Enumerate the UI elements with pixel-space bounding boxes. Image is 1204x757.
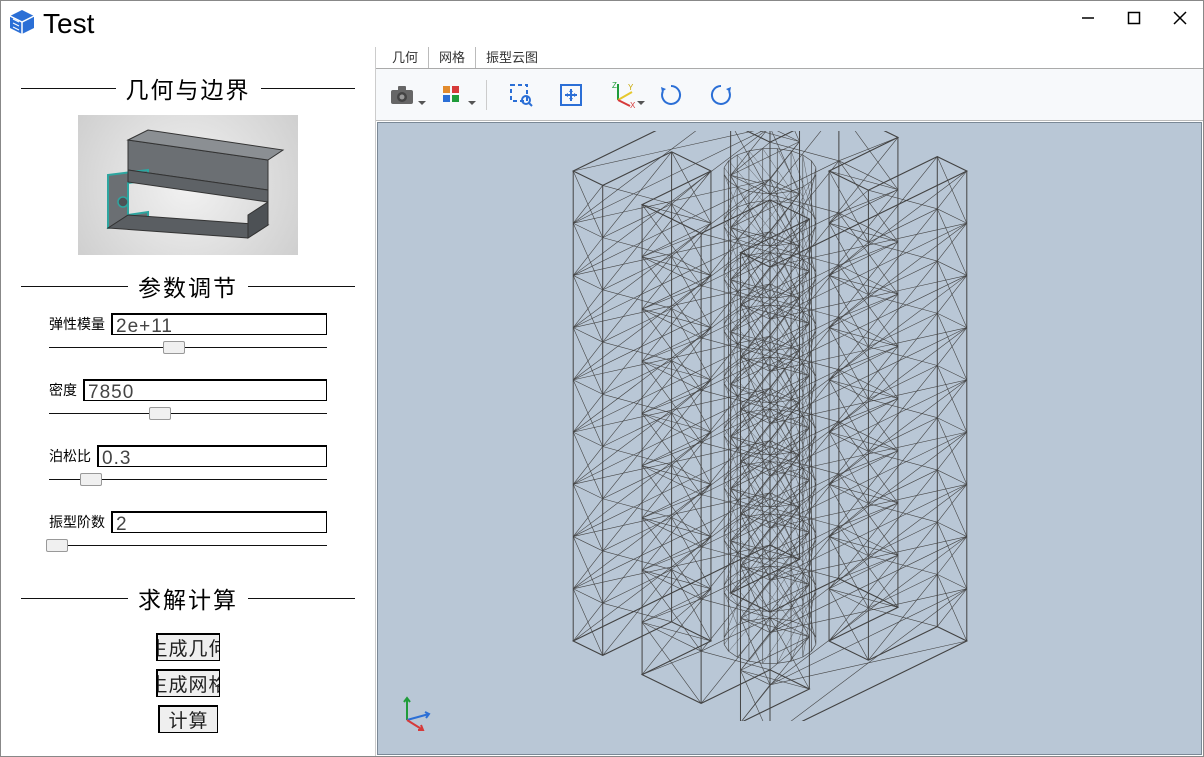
main-area: 几何 网格 振型云图: [376, 47, 1203, 756]
generate-geometry-button[interactable]: 生成几何: [156, 633, 220, 661]
rotate-cw-button[interactable]: [655, 79, 687, 111]
mesh-model-icon: [530, 131, 1050, 721]
svg-text:Z: Z: [612, 82, 617, 90]
param-mode-order: 振型阶数 2: [49, 511, 327, 553]
axis-orientation-button[interactable]: Z Y X: [605, 79, 637, 111]
viewport-axis-icon: [395, 692, 435, 737]
rotate-ccw-button[interactable]: [705, 79, 737, 111]
svg-text:Y: Y: [628, 83, 634, 92]
param-slider-elastic[interactable]: [49, 341, 327, 355]
toolbar-separator: [486, 80, 487, 110]
geometry-preview[interactable]: [78, 115, 298, 255]
param-slider-mode[interactable]: [49, 539, 327, 553]
param-label-mode: 振型阶数: [49, 512, 105, 532]
param-label-density: 密度: [49, 380, 77, 400]
window-buttons: [1065, 1, 1203, 35]
param-input-elastic[interactable]: 2e+11: [111, 313, 327, 335]
solve-buttons: 生成几何 生成网格 计算: [21, 633, 355, 733]
camera-button[interactable]: [386, 79, 418, 111]
close-icon: [1173, 11, 1187, 25]
group-title-parameters: 参数调节: [21, 269, 355, 303]
param-label-poisson: 泊松比: [49, 446, 91, 466]
display-style-button[interactable]: [436, 79, 468, 111]
svg-text:X: X: [630, 101, 636, 108]
application-window: Test 几何与边界: [0, 0, 1204, 757]
parameter-block: 弹性模量 2e+11 密度 7850: [21, 313, 355, 577]
group-label-solve: 求解计算: [128, 581, 248, 615]
tab-geometry[interactable]: 几何: [382, 47, 428, 68]
viewport-3d[interactable]: [377, 122, 1202, 755]
cube-color-icon: [440, 83, 464, 107]
fit-view-icon: [559, 83, 583, 107]
zoom-select-button[interactable]: [505, 79, 537, 111]
param-input-poisson[interactable]: 0.3: [97, 445, 327, 467]
param-input-mode[interactable]: 2: [111, 511, 327, 533]
maximize-button[interactable]: [1111, 1, 1157, 35]
param-label-elastic: 弹性模量: [49, 314, 105, 334]
group-label-parameters: 参数调节: [128, 269, 248, 303]
rotate-cw-icon: [658, 82, 684, 108]
rotate-ccw-icon: [708, 82, 734, 108]
param-elastic-modulus: 弹性模量 2e+11: [49, 313, 327, 355]
window-body: 几何与边界: [1, 47, 1203, 756]
minimize-icon: [1081, 11, 1095, 25]
zoom-select-icon: [509, 83, 533, 107]
title-bar: Test: [1, 1, 1203, 47]
generate-mesh-button[interactable]: 生成网格: [156, 669, 220, 697]
geometry-profile-icon: [88, 120, 288, 250]
tab-mesh[interactable]: 网格: [428, 47, 475, 68]
compute-button[interactable]: 计算: [158, 705, 218, 733]
param-input-density[interactable]: 7850: [83, 379, 327, 401]
sidebar: 几何与边界: [1, 47, 376, 756]
param-slider-density[interactable]: [49, 407, 327, 421]
tab-modeshape[interactable]: 振型云图: [475, 47, 548, 68]
group-title-geometry: 几何与边界: [21, 71, 355, 105]
group-title-solve: 求解计算: [21, 581, 355, 615]
fit-view-button[interactable]: [555, 79, 587, 111]
camera-icon: [389, 84, 415, 106]
minimize-button[interactable]: [1065, 1, 1111, 35]
tab-bar: 几何 网格 振型云图: [376, 47, 1203, 69]
close-button[interactable]: [1157, 1, 1203, 35]
group-label-geometry: 几何与边界: [116, 71, 261, 105]
maximize-icon: [1127, 11, 1141, 25]
app-cube-icon: [7, 7, 37, 42]
param-slider-poisson[interactable]: [49, 473, 327, 487]
param-poisson: 泊松比 0.3: [49, 445, 327, 487]
axis-xyz-icon: Z Y X: [606, 82, 636, 108]
window-title: Test: [43, 8, 94, 40]
param-density: 密度 7850: [49, 379, 327, 421]
toolbar: Z Y X: [376, 69, 1203, 121]
